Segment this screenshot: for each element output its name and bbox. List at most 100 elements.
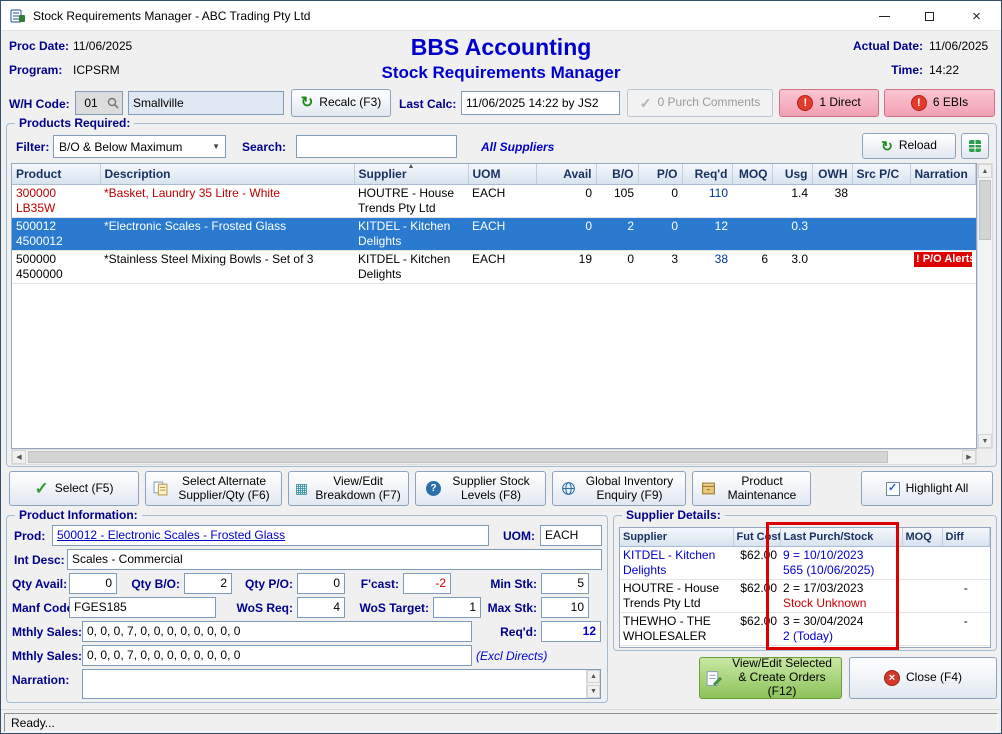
global-inventory-button[interactable]: Global Inventory Enquiry (F9) xyxy=(552,471,686,506)
purch-comments-button[interactable]: ✓ 0 Purch Comments xyxy=(627,89,773,117)
purch-comments-check-icon: ✓ xyxy=(640,95,652,111)
direct-alert-button[interactable]: ! 1 Direct xyxy=(779,89,879,117)
mthly-sales-field-2[interactable]: 0, 0, 0, 7, 0, 0, 0, 0, 0, 0, 0, 0 xyxy=(82,645,472,666)
wos-req-label: WoS Req: xyxy=(233,601,293,615)
col-reqd-label: Req'd xyxy=(695,167,728,181)
export-spreadsheet-button[interactable] xyxy=(961,133,989,159)
col-description[interactable]: Description xyxy=(100,164,354,184)
col-bo[interactable]: B/O xyxy=(596,164,638,184)
view-edit-breakdown-button[interactable]: ▦ View/Edit Breakdown (F7) xyxy=(288,471,409,506)
qty-bo-field[interactable]: 2 xyxy=(184,573,232,594)
mthly-sales-label-2: Mthly Sales: xyxy=(12,649,82,663)
col-usg[interactable]: Usg xyxy=(772,164,812,184)
prod-link[interactable]: 500012 - Electronic Scales - Frosted Gla… xyxy=(57,528,285,542)
prod-field[interactable]: 500012 - Electronic Scales - Frosted Gla… xyxy=(52,525,489,546)
vertical-scroll-thumb[interactable] xyxy=(979,180,991,240)
qty-avail-field[interactable]: 0 xyxy=(69,573,117,594)
last-calc-label: Last Calc: xyxy=(399,97,456,111)
max-stk-field[interactable]: 10 xyxy=(541,597,589,618)
col-supplier-label: Supplier xyxy=(359,167,407,181)
maximize-button[interactable] xyxy=(907,1,951,31)
wos-req-field[interactable]: 4 xyxy=(297,597,345,618)
supplier-row[interactable]: KITDEL - Kitchen Delights $62.00 9 = 10/… xyxy=(620,546,990,579)
col-sd-moq[interactable]: MOQ xyxy=(902,528,942,546)
direct-alert-icon: ! xyxy=(797,95,813,111)
col-product[interactable]: Product xyxy=(12,164,100,184)
manf-code-label: Manf Code: xyxy=(12,601,77,615)
col-narration[interactable]: Narration xyxy=(910,164,976,184)
reqd-value: 12 xyxy=(583,624,596,638)
narration-scroll-up[interactable]: ▲ xyxy=(587,670,600,683)
create-orders-button[interactable]: View/Edit Selected & Create Orders (F12) xyxy=(699,657,842,699)
col-bo-label: B/O xyxy=(612,167,633,181)
reqd-field[interactable]: 12 xyxy=(541,621,601,642)
col-supplier[interactable]: ▲Supplier xyxy=(354,164,468,184)
scroll-up-button[interactable]: ▲ xyxy=(978,164,992,178)
close-window-button[interactable]: × xyxy=(952,1,1001,31)
wh-code-field[interactable]: 01 xyxy=(75,91,123,115)
col-sd-supplier[interactable]: Supplier xyxy=(620,528,733,546)
horizontal-scroll-thumb[interactable] xyxy=(28,451,888,463)
col-owh[interactable]: OWH xyxy=(812,164,852,184)
search-input[interactable] xyxy=(296,135,457,158)
narration-input[interactable]: ▲ ▼ xyxy=(82,669,601,699)
col-src-pc[interactable]: Src P/C xyxy=(852,164,910,184)
col-avail-label: Avail xyxy=(563,167,591,181)
product-description: *Electronic Scales - Frosted Glass xyxy=(104,219,286,233)
product-maintenance-button[interactable]: Product Maintenance xyxy=(692,471,811,506)
select-button[interactable]: ✓ Select (F5) xyxy=(9,471,139,506)
recalc-label: Recalc (F3) xyxy=(319,96,381,110)
select-check-icon: ✓ xyxy=(35,479,49,499)
uom-field[interactable]: EACH xyxy=(540,525,602,546)
col-sd-diff[interactable]: Diff xyxy=(942,528,990,546)
col-avail[interactable]: Avail xyxy=(536,164,596,184)
select-alternate-button[interactable]: Select Alternate Supplier/Qty (F6) xyxy=(145,471,282,506)
wh-name-field[interactable] xyxy=(128,91,284,115)
min-stk-field[interactable]: 5 xyxy=(541,573,589,594)
lookup-magnifier-icon[interactable] xyxy=(106,96,120,110)
qty-po-field[interactable]: 0 xyxy=(297,573,345,594)
col-moq[interactable]: MOQ xyxy=(732,164,772,184)
scroll-down-button[interactable]: ▼ xyxy=(978,434,992,448)
close-form-button[interactable]: × Close (F4) xyxy=(849,657,997,699)
narration-scrollbar[interactable]: ▲ ▼ xyxy=(586,670,600,698)
int-desc-field[interactable]: Scales - Commercial xyxy=(67,549,602,570)
table-row-selected[interactable]: 5000124500012 *Electronic Scales - Frost… xyxy=(12,217,976,250)
col-reqd[interactable]: Req'd xyxy=(682,164,732,184)
col-po[interactable]: P/O xyxy=(638,164,682,184)
scroll-left-button[interactable]: ◀ xyxy=(12,450,26,464)
products-table: Product Description ▲Supplier UOM Avail … xyxy=(12,164,976,284)
sd-fut-cost: $62.00 xyxy=(740,581,777,595)
status-panel: Ready... xyxy=(4,713,998,732)
reload-button[interactable]: ↻ Reload xyxy=(862,133,956,159)
uom-label: UOM: xyxy=(503,529,535,543)
narration-scroll-down[interactable]: ▼ xyxy=(587,685,600,698)
maximize-icon xyxy=(925,12,934,21)
col-uom[interactable]: UOM xyxy=(468,164,536,184)
scroll-right-button[interactable]: ▶ xyxy=(962,450,976,464)
sd-diff: - xyxy=(964,614,968,628)
minimize-button[interactable] xyxy=(862,1,906,31)
table-row[interactable]: 5000004500000 *Stainless Steel Mixing Bo… xyxy=(12,250,976,283)
mthly-sales-field-1[interactable]: 0, 0, 0, 7, 0, 0, 0, 0, 0, 0, 0, 0 xyxy=(82,621,472,642)
highlight-all-checkbox[interactable]: ✓ xyxy=(886,482,900,496)
col-sd-last-purch[interactable]: Last Purch/Stock xyxy=(780,528,902,546)
product-code: 500012 xyxy=(16,219,96,234)
filter-dropdown[interactable]: B/O & Below Maximum ▼ xyxy=(53,135,226,158)
ebis-alert-button[interactable]: ! 6 EBIs xyxy=(884,89,995,117)
supplier-stock-levels-button[interactable]: ? Supplier Stock Levels (F8) xyxy=(415,471,546,506)
max-stk-label: Max Stk: xyxy=(437,601,537,615)
table-row[interactable]: 300000LB35W *Basket, Laundry 35 Litre - … xyxy=(12,184,976,217)
horizontal-scrollbar[interactable]: ◀ ▶ xyxy=(11,449,977,465)
recalc-button[interactable]: ↻ Recalc (F3) xyxy=(291,89,391,117)
supplier-row[interactable]: THEWHO - THE WHOLESALER $62.00 3 = 30/04… xyxy=(620,612,990,645)
sd-supplier: THEWHO - THE WHOLESALER xyxy=(623,614,730,644)
sd-last-purch: 2 = 17/03/2023 xyxy=(783,581,899,596)
manf-code-field[interactable]: FGES185 xyxy=(69,597,216,618)
vertical-scrollbar[interactable]: ▲ ▼ xyxy=(977,163,993,449)
status-bar: Ready... xyxy=(1,709,1001,734)
col-sd-fut-cost[interactable]: Fut Cost xyxy=(733,528,780,546)
col-usg-label: Usg xyxy=(785,167,808,181)
supplier-row[interactable]: HOUTRE - House Trends Pty Ltd $62.00 2 =… xyxy=(620,579,990,612)
highlight-all-toggle[interactable]: ✓ Highlight All xyxy=(861,471,993,506)
